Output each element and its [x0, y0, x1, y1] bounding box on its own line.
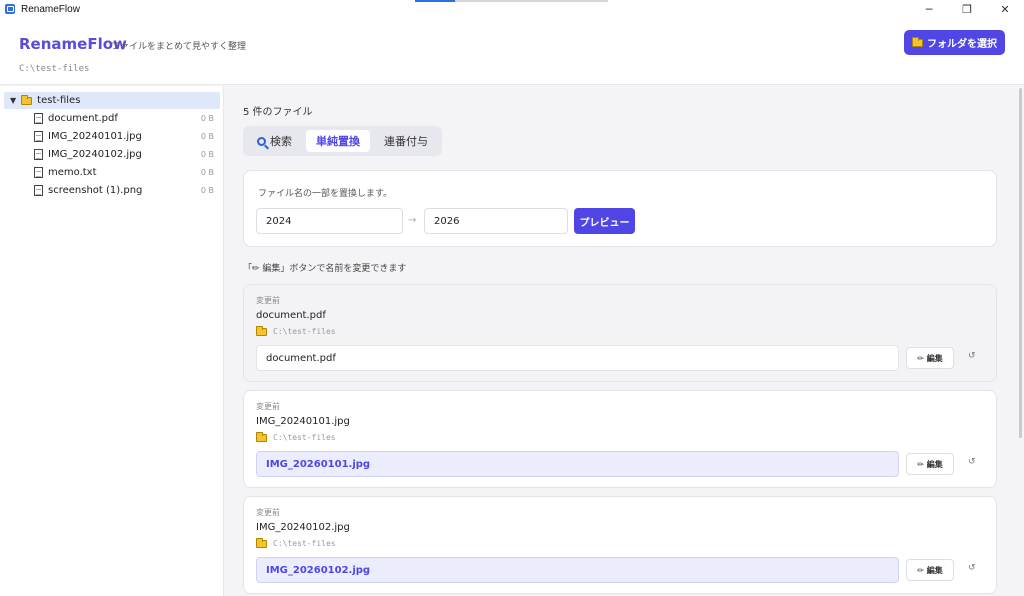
tree-file-size: 0 B: [200, 186, 214, 195]
maximize-button[interactable]: ❐: [948, 0, 986, 18]
replace-settings-card: ファイル名の一部を置換します。 2024 → 2026 プレビュー: [243, 170, 997, 247]
brand-tagline: ファイルをまとめて見やすく整理: [111, 42, 247, 52]
tree-file-name: IMG_20240101.jpg: [48, 131, 142, 142]
tree-root-label: test-files: [37, 95, 81, 106]
before-label: 変更前: [256, 296, 280, 305]
mode-tabs: 検索 単純置換 連番付与: [243, 126, 442, 156]
file-location: C:\test-files: [256, 537, 336, 548]
tree-file-name: document.pdf: [48, 113, 118, 124]
file-count: 5 件のファイル: [243, 107, 313, 118]
folder-icon: [256, 537, 267, 548]
close-button[interactable]: ✕: [986, 0, 1024, 18]
file-icon: [34, 149, 43, 160]
edit-hint: 「✏ 編集」ボタンで名前を変更できます: [243, 264, 407, 274]
before-label: 変更前: [256, 402, 280, 411]
tab-simple-replace[interactable]: 単純置換: [306, 130, 370, 152]
current-folder-path: C:\test-files: [19, 64, 90, 74]
select-folder-label: フォルダを選択: [927, 39, 997, 50]
original-filename: document.pdf: [256, 310, 326, 321]
window-title: RenameFlow: [21, 3, 80, 15]
window-titlebar: RenameFlow ─ ❐ ✕: [0, 0, 1024, 18]
reset-icon[interactable]: ↺: [968, 351, 976, 361]
tree-file-name: memo.txt: [48, 167, 97, 178]
folder-icon: [912, 36, 923, 47]
file-rename-card: 変更前 IMG_20240101.jpg C:\test-files IMG_2…: [243, 390, 997, 488]
main-panel: 5 件のファイル 検索 単純置換 連番付与 ファイル名の一部を置換します。 20…: [225, 86, 1024, 596]
tab-search[interactable]: 検索: [247, 130, 302, 152]
tree-file-item[interactable]: screenshot (1).png 0 B: [34, 182, 218, 199]
before-label: 変更前: [256, 508, 280, 517]
file-location-path: C:\test-files: [273, 539, 336, 548]
tree-file-name: screenshot (1).png: [48, 185, 143, 196]
tree-file-item[interactable]: IMG_20240101.jpg 0 B: [34, 128, 218, 145]
replace-description: ファイル名の一部を置換します。: [258, 189, 393, 199]
folder-icon: [21, 94, 33, 105]
edit-button[interactable]: ✏ 編集: [906, 347, 954, 369]
replace-input[interactable]: 2026: [424, 208, 568, 234]
tab-simple-replace-label: 単純置換: [316, 135, 360, 148]
file-tree-sidebar: ▼ test-files document.pdf 0 B IMG_202401…: [0, 86, 224, 596]
original-filename: IMG_20240102.jpg: [256, 522, 350, 533]
tree-file-size: 0 B: [200, 168, 214, 177]
file-location: C:\test-files: [256, 325, 336, 336]
find-input[interactable]: 2024: [256, 208, 403, 234]
original-filename: IMG_20240101.jpg: [256, 416, 350, 427]
edit-button[interactable]: ✏ 編集: [906, 453, 954, 475]
file-icon: [34, 113, 43, 124]
minimize-button[interactable]: ─: [910, 0, 948, 18]
select-folder-button[interactable]: フォルダを選択: [904, 30, 1005, 55]
tree-root-folder[interactable]: ▼ test-files: [4, 92, 220, 109]
window-controls: ─ ❐ ✕: [910, 0, 1024, 18]
file-icon: [34, 167, 43, 178]
file-icon: [34, 185, 43, 196]
file-icon: [34, 131, 43, 142]
new-filename-field[interactable]: document.pdf: [256, 345, 899, 371]
file-location-path: C:\test-files: [273, 433, 336, 442]
preview-button[interactable]: プレビュー: [574, 208, 635, 234]
file-location: C:\test-files: [256, 431, 336, 442]
file-rename-card: 変更前 document.pdf C:\test-files document.…: [243, 284, 997, 382]
tab-sequential-numbering[interactable]: 連番付与: [374, 130, 438, 152]
tree-file-name: IMG_20240102.jpg: [48, 149, 142, 160]
caret-down-icon[interactable]: ▼: [10, 96, 16, 105]
tree-file-size: 0 B: [200, 114, 214, 123]
search-icon: [257, 136, 266, 146]
new-filename-field[interactable]: IMG_20260102.jpg: [256, 557, 899, 583]
reset-icon[interactable]: ↺: [968, 563, 976, 573]
file-location-path: C:\test-files: [273, 327, 336, 336]
tab-sequential-numbering-label: 連番付与: [384, 135, 428, 148]
tree-file-item[interactable]: memo.txt 0 B: [34, 164, 218, 181]
tab-search-label: 検索: [270, 135, 292, 148]
arrow-right-icon: →: [408, 215, 417, 226]
new-filename-field[interactable]: IMG_20260101.jpg: [256, 451, 899, 477]
tree-file-size: 0 B: [200, 150, 214, 159]
tree-file-item[interactable]: IMG_20240102.jpg 0 B: [34, 146, 218, 163]
file-rename-card: 変更前 IMG_20240102.jpg C:\test-files IMG_2…: [243, 496, 997, 594]
app-icon: [5, 4, 15, 14]
reset-icon[interactable]: ↺: [968, 457, 976, 467]
titlebar-drag-strip: [415, 0, 608, 2]
edit-button[interactable]: ✏ 編集: [906, 559, 954, 581]
app-header: RenameFlow ファイルをまとめて見やすく整理 C:\test-files…: [0, 18, 1024, 85]
vertical-scrollbar[interactable]: [1019, 88, 1022, 438]
tree-file-size: 0 B: [200, 132, 214, 141]
folder-icon: [256, 431, 267, 442]
tree-file-item[interactable]: document.pdf 0 B: [34, 110, 218, 127]
folder-icon: [256, 325, 267, 336]
